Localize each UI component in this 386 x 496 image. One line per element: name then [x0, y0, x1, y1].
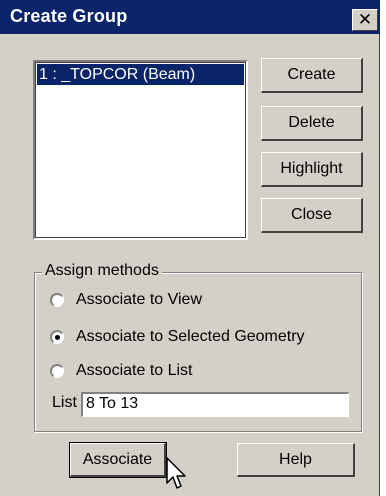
delete-button[interactable]: Delete: [261, 106, 363, 141]
title-bar[interactable]: Create Group ✕: [0, 0, 380, 34]
create-button[interactable]: Create: [261, 58, 363, 93]
close-button[interactable]: Close: [261, 198, 363, 233]
create-group-dialog: Create Group ✕ 1 : _TOPCOR (Beam) Create…: [0, 0, 380, 496]
help-button[interactable]: Help: [237, 443, 355, 477]
close-icon: ✕: [357, 10, 373, 29]
radio-button-icon[interactable]: [50, 293, 64, 307]
highlight-button[interactable]: Highlight: [261, 152, 363, 187]
close-window-button[interactable]: ✕: [352, 9, 378, 31]
list-item[interactable]: 1 : _TOPCOR (Beam): [37, 64, 244, 85]
arrow-cursor-icon: [166, 457, 186, 489]
list-field-label: List: [52, 394, 77, 411]
radio-label: Associate to List: [76, 362, 193, 379]
radio-button-checked-icon[interactable]: [50, 330, 64, 344]
group-listbox[interactable]: 1 : _TOPCOR (Beam): [33, 60, 248, 240]
associate-button[interactable]: Associate: [69, 442, 167, 478]
list-input[interactable]: 8 To 13: [81, 392, 349, 417]
radio-label: Associate to Selected Geometry: [76, 328, 305, 345]
radio-button-icon[interactable]: [50, 364, 64, 378]
assign-methods-legend: Assign methods: [42, 262, 162, 280]
window-title: Create Group: [10, 6, 128, 26]
radio-label: Associate to View: [76, 291, 202, 308]
